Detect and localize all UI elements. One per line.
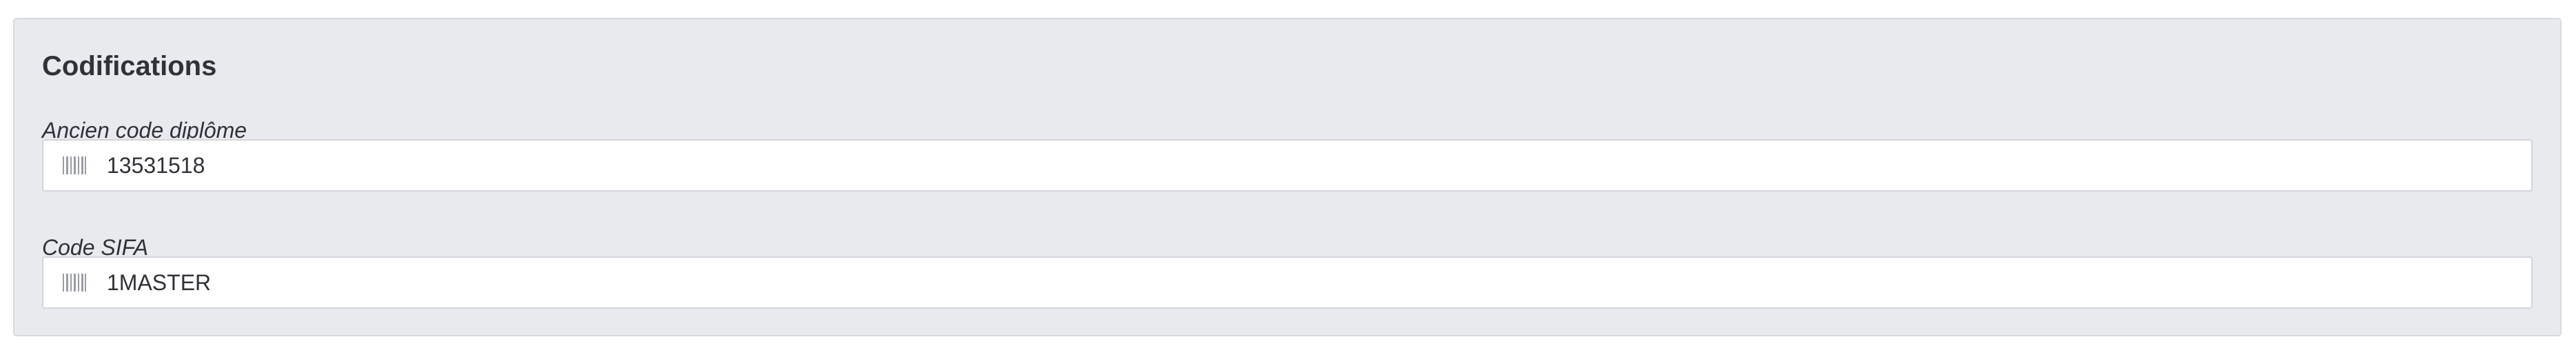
old-diploma-code-field[interactable]: 13531518 — [42, 139, 2533, 192]
sifa-code-field[interactable]: 1MASTER — [42, 256, 2533, 309]
codifications-panel: Codifications Ancien code diplôme 135315… — [13, 18, 2562, 336]
panel-title: Codifications — [42, 51, 217, 81]
sifa-code-value: 1MASTER — [107, 270, 212, 295]
old-diploma-code-value: 13531518 — [107, 153, 205, 178]
barcode-icon — [63, 274, 86, 292]
barcode-icon — [63, 156, 86, 174]
